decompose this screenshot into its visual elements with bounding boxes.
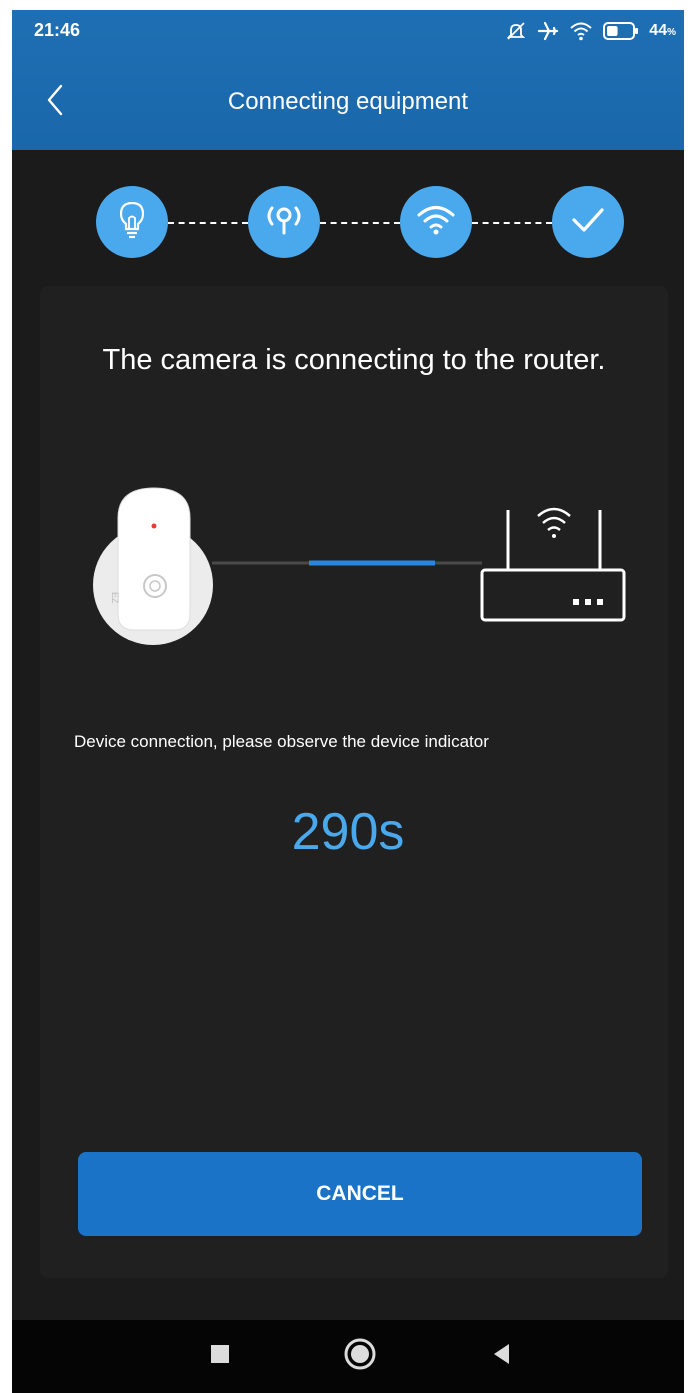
back-triangle-icon [490, 1342, 514, 1371]
recents-button[interactable] [190, 1320, 250, 1393]
countdown-timer: 290s [291, 803, 405, 861]
phone-screen: 21:46 44% Connecting equipment The camer… [12, 10, 684, 1393]
cancel-button[interactable]: CANCEL [78, 1152, 642, 1236]
camera-device-icon: EZ [93, 487, 213, 645]
home-circle-icon [343, 1337, 377, 1376]
connection-illustration: EZ [93, 487, 626, 645]
hint-text: Device connection, please observe the de… [74, 732, 489, 751]
router-icon [480, 507, 626, 622]
recents-square-icon [209, 1343, 231, 1370]
system-nav-bar [12, 1320, 684, 1393]
svg-text:EZ: EZ [110, 592, 120, 604]
nav-back-button[interactable] [472, 1320, 532, 1393]
home-button[interactable] [330, 1320, 390, 1393]
